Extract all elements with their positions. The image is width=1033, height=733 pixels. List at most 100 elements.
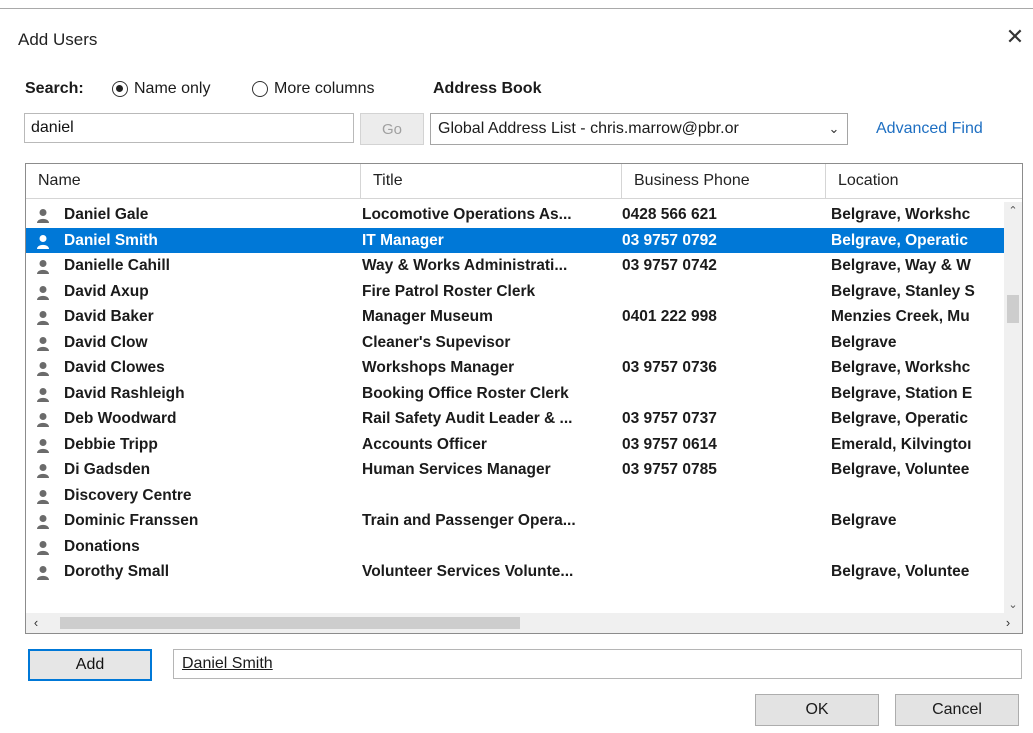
advanced-find-link[interactable]: Advanced Find bbox=[876, 120, 983, 138]
cell-business-phone: 03 9757 0736 bbox=[622, 359, 717, 376]
user-icon bbox=[36, 258, 54, 274]
ok-button[interactable]: OK bbox=[755, 694, 879, 726]
cell-name: Discovery Centre bbox=[64, 486, 192, 504]
column-header-name[interactable]: Name bbox=[26, 164, 361, 198]
user-icon bbox=[36, 488, 54, 504]
list-item[interactable]: Daniel Gale Locomotive Operations As... 04… bbox=[26, 202, 1004, 228]
horizontal-scrollbar[interactable]: ‹ › bbox=[26, 613, 1022, 633]
list-header: Name Title Business Phone Location bbox=[26, 164, 1022, 199]
cell-business-phone: 03 9757 0792 bbox=[622, 231, 717, 249]
cell-location: Menzies Creek, Mu bbox=[831, 308, 970, 325]
user-icon bbox=[36, 309, 54, 325]
column-header-business-phone[interactable]: Business Phone bbox=[622, 164, 826, 198]
cell-title: Locomotive Operations As... bbox=[362, 206, 572, 223]
cell-name: David Rashleigh bbox=[64, 384, 185, 402]
radio-more-columns[interactable]: More columns bbox=[252, 78, 374, 100]
list-item[interactable]: David Axup Fire Patrol Roster Clerk Belgra… bbox=[26, 279, 1004, 305]
address-book-label: Address Book bbox=[433, 80, 542, 97]
cell-location: Belgrave bbox=[831, 333, 897, 351]
radio-selected-icon bbox=[112, 81, 128, 97]
list-item[interactable]: Di Gadsden Human Services Manager 03 9757 … bbox=[26, 457, 1004, 483]
close-icon[interactable]: ✕ bbox=[1000, 22, 1030, 52]
dialog-title: Add Users bbox=[18, 30, 98, 49]
cell-business-phone: 03 9757 0742 bbox=[622, 257, 717, 274]
user-icon bbox=[36, 360, 54, 376]
cell-title: Booking Office Roster Clerk bbox=[362, 384, 569, 402]
user-icon bbox=[36, 386, 54, 402]
list-item[interactable]: Danielle Cahill Way & Works Administrati.… bbox=[26, 253, 1004, 279]
cell-location: Belgrave, Voluntee bbox=[831, 461, 970, 478]
cell-business-phone: 03 9757 0737 bbox=[622, 410, 717, 427]
list-item[interactable]: Donations bbox=[26, 534, 1004, 560]
scroll-down-icon[interactable]: ⌄ bbox=[1004, 596, 1022, 614]
radio-name-only[interactable]: Name only bbox=[112, 78, 210, 100]
cell-name: Dominic Franssen bbox=[64, 512, 199, 529]
vertical-scrollbar[interactable]: ⌃ ⌄ bbox=[1004, 202, 1022, 614]
cell-name: Danielle Cahill bbox=[64, 257, 170, 274]
radio-more-columns-label: More columns bbox=[274, 80, 375, 97]
cell-title: Fire Patrol Roster Clerk bbox=[362, 282, 536, 300]
cell-name: Daniel Smith bbox=[64, 231, 158, 249]
cell-name: David Clow bbox=[64, 333, 148, 351]
address-book-select[interactable]: Global Address List - chris.marrow@pbr.o… bbox=[430, 113, 848, 145]
search-input[interactable] bbox=[24, 113, 354, 143]
search-label: Search: bbox=[25, 80, 84, 97]
cell-title: Rail Safety Audit Leader & ... bbox=[362, 410, 573, 427]
cell-title: Train and Passenger Opera... bbox=[362, 512, 576, 529]
user-icon bbox=[36, 233, 54, 249]
list-item[interactable]: Dorothy Small Volunteer Services Volunte.… bbox=[26, 559, 1004, 585]
list-item[interactable]: David Clowes Workshops Manager 03 9757 073… bbox=[26, 355, 1004, 381]
horizontal-scroll-thumb[interactable] bbox=[60, 617, 520, 629]
user-icon bbox=[36, 462, 54, 478]
list-item[interactable]: Daniel Smith IT Manager 03 9757 0792 Belgra… bbox=[26, 227, 1004, 253]
list-item[interactable]: Deb Woodward Rail Safety Audit Leader & .… bbox=[26, 406, 1004, 432]
user-icon bbox=[36, 207, 54, 223]
cell-location: Belgrave, Station E bbox=[831, 384, 973, 402]
cell-name: Dorothy Small bbox=[64, 563, 170, 580]
list-rows: Daniel Gale Locomotive Operations As... 04… bbox=[26, 202, 1004, 585]
cell-title: Cleaner's Supevisor bbox=[362, 333, 511, 351]
cell-name: Di Gadsden bbox=[64, 461, 151, 478]
user-list[interactable]: Name Title Business Phone Location Danie… bbox=[25, 163, 1023, 634]
user-icon bbox=[36, 284, 54, 300]
user-icon bbox=[36, 411, 54, 427]
go-button[interactable]: Go bbox=[360, 113, 424, 145]
cell-business-phone: 0428 566 621 bbox=[622, 206, 717, 223]
list-item[interactable]: David Rashleigh Booking Office Roster Cle… bbox=[26, 381, 1004, 407]
cell-title: Manager Museum bbox=[362, 308, 493, 325]
add-button[interactable]: Add bbox=[28, 649, 152, 681]
list-item[interactable]: David Baker Manager Museum 0401 222 998 Men… bbox=[26, 304, 1004, 330]
cell-location: Belgrave, Voluntee bbox=[831, 563, 970, 580]
vertical-scroll-thumb[interactable] bbox=[1007, 295, 1019, 323]
add-field[interactable]: Daniel Smith bbox=[173, 649, 1022, 679]
column-header-title[interactable]: Title bbox=[361, 164, 622, 198]
scroll-left-icon[interactable]: ‹ bbox=[26, 613, 46, 633]
list-item[interactable]: Debbie Tripp Accounts Officer 03 9757 0614… bbox=[26, 432, 1004, 458]
cell-name: David Axup bbox=[64, 282, 149, 300]
cell-title: Way & Works Administrati... bbox=[362, 257, 568, 274]
address-book-value: Global Address List - chris.marrow@pbr.o… bbox=[438, 120, 739, 137]
cell-business-phone: 03 9757 0614 bbox=[622, 435, 717, 453]
cell-name: David Baker bbox=[64, 308, 154, 325]
title-divider bbox=[0, 8, 1033, 9]
cell-name: Deb Woodward bbox=[64, 410, 177, 427]
cell-location: Belgrave, Operatic bbox=[831, 231, 968, 249]
user-icon bbox=[36, 564, 54, 580]
scroll-right-icon[interactable]: › bbox=[998, 613, 1018, 633]
cell-location: Belgrave, Workshc bbox=[831, 359, 971, 376]
cancel-button[interactable]: Cancel bbox=[895, 694, 1019, 726]
cell-name: Donations bbox=[64, 537, 140, 555]
column-header-location[interactable]: Location bbox=[826, 164, 1022, 198]
cell-location: Belgrave, Operatic bbox=[831, 410, 968, 427]
cell-location: Belgrave, Way & W bbox=[831, 257, 971, 274]
added-user-name: Daniel Smith bbox=[182, 655, 273, 672]
cell-location: Belgrave, Stanley S bbox=[831, 282, 975, 300]
cell-name: Debbie Tripp bbox=[64, 435, 158, 453]
list-item[interactable]: David Clow Cleaner's Supevisor Belgrave bbox=[26, 330, 1004, 356]
scroll-up-icon[interactable]: ⌃ bbox=[1004, 202, 1022, 220]
list-item[interactable]: Discovery Centre bbox=[26, 483, 1004, 509]
cell-business-phone: 0401 222 998 bbox=[622, 308, 717, 325]
cell-title: IT Manager bbox=[362, 231, 444, 249]
user-icon bbox=[36, 513, 54, 529]
list-item[interactable]: Dominic Franssen Train and Passenger Oper… bbox=[26, 508, 1004, 534]
